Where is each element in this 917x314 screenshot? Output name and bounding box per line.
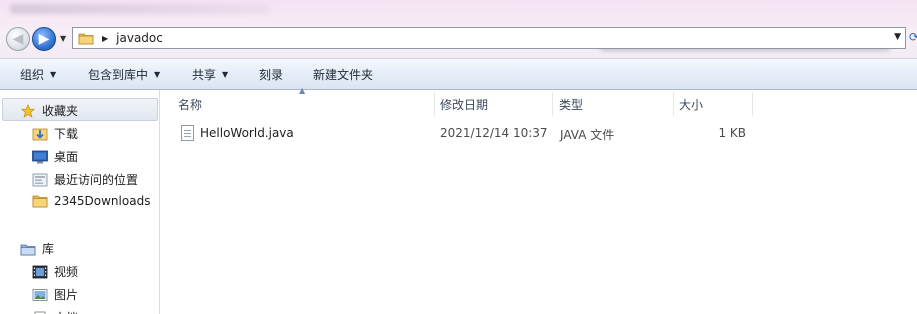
folder-icon (32, 195, 48, 208)
sidebar-item-libraries[interactable]: 库 (20, 240, 54, 257)
address-bar[interactable]: ▶ javadoc ▼ (72, 27, 906, 49)
back-arrow-icon: ◀ (12, 31, 24, 47)
navigation-pane: 收藏夹 下载 桌面 最近访问的位置 2345Downloads 库 视频 图片 (0, 90, 160, 314)
recent-pages-dropdown-icon[interactable]: ▼ (60, 34, 66, 43)
refresh-icon[interactable]: ⟳ (909, 30, 917, 44)
column-header-label: 大小 (679, 97, 704, 112)
breadcrumb-separator-icon[interactable]: ▶ (102, 34, 108, 43)
column-header-name[interactable]: 名称 (161, 92, 435, 116)
forward-arrow-icon: ▶ (38, 31, 50, 47)
new-folder-label: 新建文件夹 (313, 68, 374, 82)
file-list: ▲ 名称 修改日期 类型 大小 HelloWorld.java 2021/12/… (161, 86, 917, 314)
folder-icon (78, 33, 94, 45)
table-row[interactable]: HelloWorld.java 2021/12/14 10:37 JAVA 文件… (161, 122, 917, 144)
star-icon (20, 103, 36, 118)
chevron-down-icon: ▼ (50, 70, 57, 79)
sidebar-item-2345downloads[interactable]: 2345Downloads (32, 194, 150, 208)
chevron-down-icon: ▼ (154, 70, 161, 79)
java-file-icon (181, 125, 194, 141)
column-header-type[interactable]: 类型 (553, 92, 674, 116)
sidebar-item-label: 视频 (54, 265, 79, 279)
sidebar-item-label: 图片 (54, 288, 79, 302)
organize-label: 组织 (20, 68, 45, 82)
video-library-icon (32, 265, 48, 278)
sidebar-item-label: 库 (42, 242, 55, 256)
share-button[interactable]: 共享 ▼ (192, 66, 228, 83)
sidebar-item-recent-places[interactable]: 最近访问的位置 (32, 171, 138, 188)
burn-label: 刻录 (259, 68, 284, 82)
column-header-size[interactable]: 大小 (674, 92, 753, 116)
title-bar: ◀ ▶ ▼ ▶ javadoc ▼ ⟳ (0, 0, 917, 58)
breadcrumb-current-folder[interactable]: javadoc (116, 31, 163, 45)
sidebar-item-downloads[interactable]: 下载 (32, 125, 78, 142)
libraries-icon (20, 244, 36, 255)
share-label: 共享 (192, 68, 217, 82)
organize-menu-button[interactable]: 组织 ▼ (20, 66, 56, 83)
sidebar-item-videos[interactable]: 视频 (32, 263, 78, 280)
desktop-icon (32, 150, 48, 163)
column-header-label: 名称 (178, 97, 203, 112)
recent-places-icon (32, 173, 48, 186)
back-button[interactable]: ◀ (6, 27, 30, 51)
column-header-label: 修改日期 (440, 97, 489, 112)
forward-button[interactable]: ▶ (32, 27, 56, 51)
command-bar: 组织 ▼ 包含到库中 ▼ 共享 ▼ 刻录 新建文件夹 (0, 58, 917, 90)
sidebar-item-label: 最近访问的位置 (54, 173, 139, 187)
downloads-folder-icon (32, 128, 48, 140)
include-in-library-button[interactable]: 包含到库中 ▼ (88, 66, 160, 83)
sidebar-item-pictures[interactable]: 图片 (32, 286, 78, 303)
file-name[interactable]: HelloWorld.java (200, 126, 294, 140)
burn-button[interactable]: 刻录 (259, 66, 283, 83)
address-history-dropdown-icon[interactable]: ▼ (894, 32, 901, 42)
column-header-label: 类型 (559, 97, 584, 112)
sidebar-item-desktop[interactable]: 桌面 (32, 148, 78, 165)
new-folder-button[interactable]: 新建文件夹 (313, 66, 373, 83)
include-in-library-label: 包含到库中 (88, 68, 149, 82)
file-modified-date: 2021/12/14 10:37 (440, 126, 548, 140)
documents-library-icon (34, 311, 46, 314)
sidebar-item-label: 2345Downloads (54, 194, 151, 208)
sidebar-item-label: 收藏夹 (42, 104, 79, 118)
sidebar-item-label: 文档 (54, 309, 78, 314)
chevron-down-icon: ▼ (222, 70, 229, 79)
file-type: JAVA 文件 (560, 128, 615, 142)
sidebar-item-documents[interactable]: 文档 (32, 309, 78, 314)
pictures-library-icon (32, 288, 48, 301)
blurred-window-title (10, 4, 270, 14)
column-header-modified[interactable]: 修改日期 (435, 92, 553, 116)
file-size: 1 KB (718, 126, 746, 140)
sidebar-item-label: 下载 (54, 127, 79, 141)
sidebar-item-favorites[interactable]: 收藏夹 (20, 102, 78, 119)
sidebar-item-label: 桌面 (54, 150, 79, 164)
